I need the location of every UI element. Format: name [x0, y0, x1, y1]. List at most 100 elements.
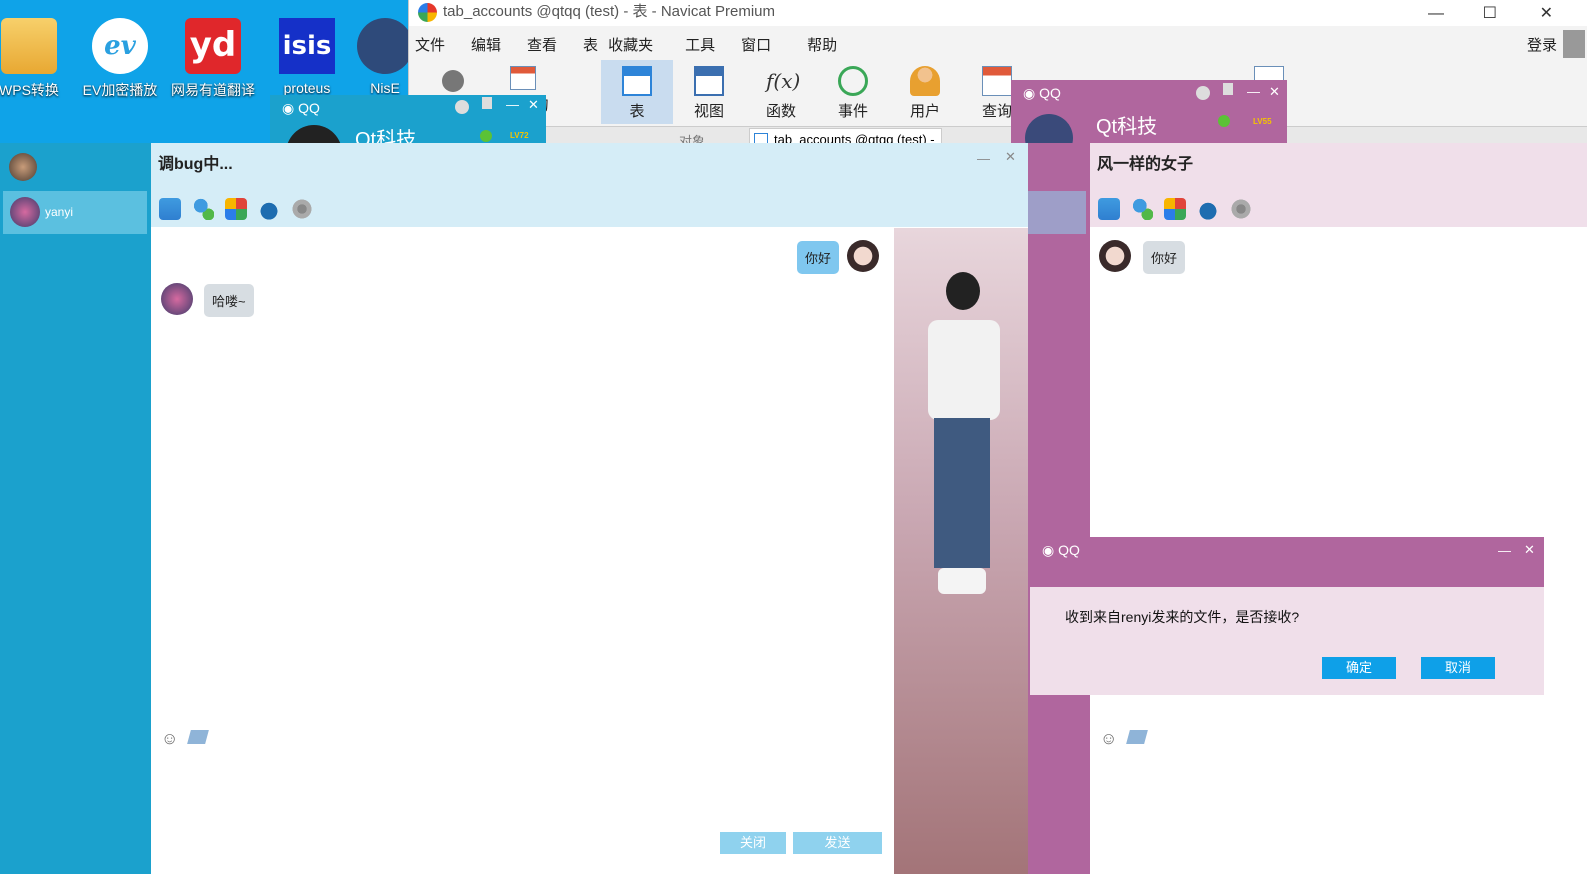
avatar: [1099, 240, 1131, 272]
navicat-window[interactable]: tab_accounts @qtqq (test) - 表 - Navicat …: [408, 0, 1587, 150]
function-icon: f(x): [766, 69, 801, 93]
online-status-icon: [480, 130, 492, 142]
menu-favorites[interactable]: 收藏夹: [608, 34, 653, 55]
my-avatar[interactable]: [9, 153, 37, 181]
folder-icon[interactable]: [187, 730, 209, 744]
navicat-menubar: 文件 编辑 查看 表 收藏夹 工具 窗口 帮助 登录: [409, 26, 1587, 62]
send-button[interactable]: 发送: [793, 832, 882, 854]
gear-icon[interactable]: [291, 198, 313, 220]
new-chat-icon[interactable]: [1098, 198, 1120, 220]
desktop-icon-wps[interactable]: WPS转换: [0, 14, 74, 100]
add-friend-icon[interactable]: [1131, 198, 1153, 220]
dialog-app-label: ◉ QQ: [1042, 542, 1080, 558]
ev-app-icon: ev: [92, 18, 148, 74]
message-input[interactable]: [1090, 743, 1587, 874]
menu-tools[interactable]: 工具: [685, 34, 715, 55]
menu-help[interactable]: 帮助: [807, 34, 837, 55]
minimize-icon[interactable]: —: [506, 97, 519, 112]
qq-penguin-icon: ◉: [282, 100, 295, 116]
qq-mini-app-label: ◉ QQ: [1023, 85, 1061, 101]
menu-file[interactable]: 文件: [415, 34, 445, 55]
new-chat-icon[interactable]: [159, 198, 181, 220]
close-icon[interactable]: ✕: [1005, 149, 1016, 165]
qq-mini-window-left[interactable]: ◉ QQ — ✕ Qt科技 LV72: [270, 95, 546, 143]
desktop-icon-ev[interactable]: ev EV加密播放: [75, 14, 165, 100]
qq-mini-app-label: ◉ QQ: [282, 100, 320, 116]
qq-nickname: Qt科技: [1096, 116, 1158, 138]
character-head: [946, 272, 980, 310]
chat-header: 风一样的女子: [1090, 143, 1587, 227]
clock-icon: [838, 66, 868, 96]
close-icon[interactable]: ✕: [1269, 84, 1280, 100]
close-button[interactable]: 关闭: [720, 832, 786, 854]
avatar[interactable]: [286, 125, 342, 143]
contact-item-yanyi[interactable]: yanyi: [3, 191, 147, 234]
maximize-icon[interactable]: ☐: [1483, 2, 1497, 26]
minimize-icon[interactable]: —: [1247, 84, 1260, 99]
message-bubble-sent: 你好: [797, 241, 840, 274]
tool-table[interactable]: 表: [601, 60, 673, 124]
desktop-icon-nis[interactable]: NisE: [355, 14, 415, 96]
qq-penguin-icon: ◉: [1042, 542, 1055, 558]
table-icon: [622, 66, 652, 96]
connection-plug-icon: [442, 70, 464, 92]
tool-function[interactable]: f(x) 函数: [745, 60, 817, 124]
avatar: [847, 240, 879, 272]
view-icon: [694, 66, 724, 96]
close-icon[interactable]: ✕: [1524, 542, 1535, 558]
menu-edit[interactable]: 编辑: [471, 34, 501, 55]
online-status-icon: [1218, 115, 1230, 127]
menu-view[interactable]: 查看: [527, 34, 557, 55]
query-icon: [982, 66, 1012, 96]
login-link[interactable]: 登录: [1527, 34, 1557, 55]
character-jeans: [934, 418, 990, 568]
chat-title: 调bug中...: [158, 156, 233, 173]
navicat-toolbar: 询 表 视图 f(x) 函数 事件 用户 查询 型: [409, 60, 1587, 126]
chat-character-show: [894, 228, 1028, 874]
hat-icon[interactable]: [258, 198, 280, 220]
minimize-icon[interactable]: —: [1498, 543, 1511, 558]
close-icon[interactable]: ✕: [1540, 2, 1553, 26]
chat-window-blue: 调bug中... — ✕ 你好 哈喽~ ☺ 关闭 发送: [151, 143, 1028, 874]
medal-icon[interactable]: [455, 100, 469, 114]
apps-icon[interactable]: [1164, 198, 1186, 220]
tool-view[interactable]: 视图: [673, 60, 745, 124]
shield-icon[interactable]: [482, 97, 492, 109]
message-bubble-received: 哈喽~: [204, 284, 254, 317]
level-badge: LV55: [1253, 117, 1272, 126]
file-receive-dialog: ◉ QQ — ✕ 收到来自renyi发来的文件，是否接收? 确定 取消: [1030, 537, 1544, 695]
avatar[interactable]: [1025, 114, 1073, 143]
message-bubble-received: 你好: [1143, 241, 1186, 274]
apps-icon[interactable]: [225, 198, 247, 220]
shield-icon[interactable]: [1223, 83, 1233, 95]
dialog-message: 收到来自renyi发来的文件，是否接收?: [1065, 609, 1300, 625]
minimize-icon[interactable]: —: [1428, 2, 1444, 26]
tool-user[interactable]: 用户: [889, 60, 961, 124]
qq-mini-window-right[interactable]: ◉ QQ — ✕ Qt科技 LV55: [1011, 80, 1287, 143]
desktop-icon-proteus[interactable]: isis proteus: [262, 14, 352, 96]
character-shoes: [938, 568, 986, 594]
desktop-icon-youdao[interactable]: yd 网易有道翻译: [168, 14, 258, 100]
minimize-icon[interactable]: —: [977, 151, 990, 166]
cancel-button[interactable]: 取消: [1421, 657, 1495, 679]
gear-icon[interactable]: [1230, 198, 1252, 220]
dialog-titlebar: ◉ QQ — ✕: [1030, 537, 1544, 587]
navicat-logo-icon: [418, 3, 437, 22]
hat-icon[interactable]: [1197, 198, 1219, 220]
user-icon: [910, 66, 940, 96]
contact-item-selected[interactable]: [1028, 191, 1086, 234]
user-avatar-icon[interactable]: [1563, 30, 1585, 58]
navicat-titlebar: tab_accounts @qtqq (test) - 表 - Navicat …: [409, 0, 1587, 26]
close-icon[interactable]: ✕: [528, 97, 539, 113]
menu-table[interactable]: 表: [583, 34, 598, 55]
ok-button[interactable]: 确定: [1322, 657, 1396, 679]
menu-window[interactable]: 窗口: [741, 34, 771, 55]
chat-contact-sidebar-purple: [1028, 143, 1090, 874]
add-friend-icon[interactable]: [192, 198, 214, 220]
medal-icon[interactable]: [1196, 86, 1210, 100]
tool-event[interactable]: 事件: [817, 60, 889, 124]
chat-contact-sidebar: yanyi: [0, 143, 151, 874]
chat-window-purple: 风一样的女子 你好 ☺: [1090, 143, 1587, 874]
qq-penguin-icon: ◉: [1023, 85, 1036, 101]
folder-icon[interactable]: [1126, 730, 1148, 744]
